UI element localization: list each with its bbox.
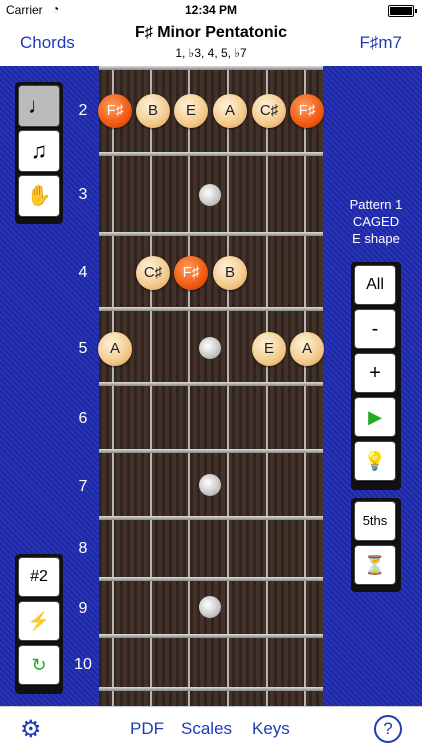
fingering-cycle-button[interactable]: ↻ xyxy=(18,645,60,685)
string-6 xyxy=(112,66,114,706)
status-time: 12:34 PM xyxy=(184,3,238,17)
single-note-button[interactable]: ♩ xyxy=(18,85,60,127)
string-4 xyxy=(188,66,190,706)
fret-wire xyxy=(99,382,323,386)
all-patterns-button[interactable]: All xyxy=(354,265,396,305)
fretboard-area: 2 3 4 5 6 7 8 9 10 F♯ B E A C♯ F♯ C♯ F♯ … xyxy=(0,66,422,706)
fretboard[interactable] xyxy=(99,66,323,706)
note-marker[interactable]: F♯ xyxy=(290,94,324,128)
fret-wire xyxy=(99,449,323,453)
fret-number: 10 xyxy=(74,656,92,673)
fingering-cycle-icon: ↻ xyxy=(31,655,47,675)
fret-inlay xyxy=(199,474,221,496)
sound-mode-toolbar: ♩ ♫ ✋ xyxy=(15,82,63,224)
battery-icon xyxy=(388,5,417,17)
note-marker[interactable]: A xyxy=(98,332,132,366)
fret-number: 4 xyxy=(78,264,88,281)
tab-bar: ⚙ PDF Scales Keys ? xyxy=(0,706,422,751)
next-pattern-button[interactable]: + xyxy=(354,353,396,393)
hand-icon: ✋ xyxy=(26,185,52,207)
lightbulb-icon: 💡 xyxy=(363,451,387,471)
pattern-info: Pattern 1 CAGED E shape xyxy=(336,196,416,247)
string-1 xyxy=(304,66,306,706)
play-button[interactable]: ▶ xyxy=(354,397,396,437)
fingering-button[interactable]: ⚡ xyxy=(18,601,60,641)
fret-inlay xyxy=(199,596,221,618)
pattern-number: Pattern 1 xyxy=(349,197,403,212)
chord-button[interactable]: F♯m7 xyxy=(360,33,403,53)
scales-button[interactable]: Scales xyxy=(181,719,232,739)
pattern-shape: E shape xyxy=(352,231,400,246)
accidentals-button[interactable]: #2 xyxy=(18,557,60,597)
string-3 xyxy=(227,66,229,706)
previous-pattern-button[interactable]: - xyxy=(354,309,396,349)
fret-number: 7 xyxy=(78,478,88,495)
fifths-button[interactable]: 5ths xyxy=(354,501,396,541)
fret-number: 9 xyxy=(78,600,88,617)
settings-gear-icon[interactable]: ⚙ xyxy=(20,715,42,744)
fret-wire xyxy=(99,307,323,311)
display-toolbar: #2 ⚡ ↻ xyxy=(15,554,63,694)
hand-button[interactable]: ✋ xyxy=(18,175,60,217)
metronome-button[interactable]: ⏳ xyxy=(354,545,396,585)
fingering-icon: ⚡ xyxy=(27,611,51,631)
note-marker[interactable]: F♯ xyxy=(98,94,132,128)
fret-number: 5 xyxy=(78,340,88,357)
fret-wire xyxy=(99,634,323,638)
fret-number: 3 xyxy=(78,186,88,203)
play-icon: ▶ xyxy=(368,407,382,427)
fret-wire xyxy=(99,687,323,691)
note-marker[interactable]: C♯ xyxy=(136,256,170,290)
note-marker[interactable]: B xyxy=(213,256,247,290)
pattern-toolbar: All - + ▶ 💡 xyxy=(351,262,401,490)
note-marker[interactable]: A xyxy=(290,332,324,366)
fret-wire xyxy=(99,232,323,236)
note-marker[interactable]: E xyxy=(174,94,208,128)
fret-number: 2 xyxy=(78,102,88,119)
note-marker[interactable]: C♯ xyxy=(252,94,286,128)
note-marker[interactable]: B xyxy=(136,94,170,128)
fret-number: 8 xyxy=(78,540,88,557)
beamed-notes-icon: ♫ xyxy=(30,138,48,163)
pdf-button[interactable]: PDF xyxy=(130,719,164,739)
fret-inlay xyxy=(199,337,221,359)
fret-wire xyxy=(99,66,323,70)
metronome-icon: ⏳ xyxy=(363,555,387,575)
note-marker[interactable]: E xyxy=(252,332,286,366)
quarter-note-icon: ♩ xyxy=(28,93,50,118)
highlight-button[interactable]: 💡 xyxy=(354,441,396,481)
string-2 xyxy=(266,66,268,706)
note-marker[interactable]: A xyxy=(213,94,247,128)
practice-toolbar: 5ths ⏳ xyxy=(351,498,401,592)
note-marker[interactable]: F♯ xyxy=(174,256,208,290)
fret-wire xyxy=(99,152,323,156)
string-5 xyxy=(150,66,152,706)
pattern-system: CAGED xyxy=(352,214,400,229)
nav-bar: Chords F♯ Minor Pentatonic 1, ♭3, 4, 5, … xyxy=(0,20,422,66)
status-bar: Carrier ◔ 12:34 PM xyxy=(0,0,422,20)
fret-number: 6 xyxy=(78,410,88,427)
multi-note-button[interactable]: ♫ xyxy=(18,130,60,172)
fret-inlay xyxy=(199,184,221,206)
keys-button[interactable]: Keys xyxy=(252,719,290,739)
help-icon[interactable]: ? xyxy=(374,715,402,743)
fret-wire xyxy=(99,577,323,581)
fret-wire xyxy=(99,516,323,520)
